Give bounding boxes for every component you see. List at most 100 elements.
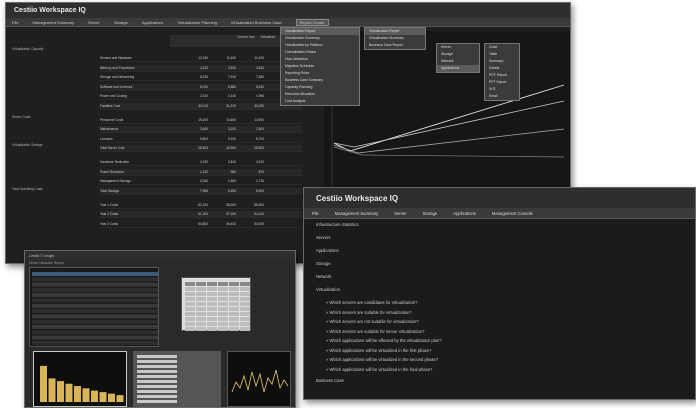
menu-item[interactable]: Email xyxy=(485,93,519,100)
report-question-link[interactable]: » Which servers are suitable for virtual… xyxy=(326,310,412,315)
menu-item[interactable]: Applications xyxy=(453,211,476,216)
menu-item[interactable]: Business Case Report xyxy=(365,42,425,49)
menu-item[interactable]: Applications xyxy=(437,65,479,72)
bar xyxy=(74,386,81,402)
category-submenu[interactable]: Server Storage Network Applications xyxy=(436,43,480,73)
grid-cell xyxy=(229,327,239,331)
menu-item[interactable]: Migration Schedule xyxy=(281,63,359,70)
cell-value: 980 xyxy=(230,169,236,174)
menu-item[interactable]: Details xyxy=(485,65,519,72)
menu-item[interactable]: PDF Report xyxy=(485,72,519,79)
menu-item[interactable]: XLS xyxy=(485,86,519,93)
tree-item[interactable]: Infrastructure Statistics xyxy=(316,222,359,227)
menu-item[interactable]: Report Center xyxy=(295,18,329,26)
table-row: Power and Cooling 2,310 2,140 1,980 xyxy=(100,93,302,100)
grid-cell xyxy=(218,287,228,291)
cell-value: 3,810 xyxy=(228,160,236,164)
menu-item[interactable]: Storage xyxy=(114,20,128,25)
report-question-link[interactable]: » Which servers are not suitable for vir… xyxy=(326,319,419,324)
cell-value: 3,420 xyxy=(256,160,264,164)
report-question-link[interactable]: » Which servers are suitable for server … xyxy=(326,329,424,334)
menu-item[interactable]: Virtualization Planning xyxy=(177,20,217,25)
menu-item[interactable]: Chart xyxy=(485,44,519,51)
grid-cell xyxy=(229,302,239,306)
grid-cell xyxy=(229,292,239,296)
menu-item[interactable]: File xyxy=(312,211,319,216)
menu-item[interactable]: Capacity Planning xyxy=(281,84,359,91)
row-label: Power and Cooling xyxy=(100,94,127,98)
table-row: Memory and Processors 4,120 3,820 3,640 xyxy=(100,64,302,72)
grid-cell xyxy=(240,312,250,316)
grid-cell xyxy=(196,327,206,331)
menu-item[interactable]: Server xyxy=(437,44,479,51)
menu-item[interactable]: Virtualization Summary xyxy=(281,35,359,42)
cell-value: 2,140 xyxy=(228,94,236,98)
table-row: Storage and Networking 8,230 7,910 7,650 xyxy=(100,74,302,81)
report-question-link[interactable]: » Which applications will be virtualized… xyxy=(326,357,438,362)
grid-cell xyxy=(207,307,217,311)
menu-item[interactable]: Applications xyxy=(142,20,164,25)
grid-cell xyxy=(218,307,228,311)
menu-item[interactable]: Storage xyxy=(437,51,479,58)
grid-cell xyxy=(229,282,239,286)
table-row xyxy=(32,335,158,340)
report-question-link[interactable]: » Which applications will be virtualized… xyxy=(326,367,432,372)
tree-item[interactable]: Applications xyxy=(316,248,339,253)
report-center-menu[interactable]: Virtualization Report Virtualization Summ… xyxy=(280,27,360,106)
grid-cell xyxy=(196,317,206,321)
menu-item[interactable]: PPT Export xyxy=(485,79,519,86)
menu-item[interactable]: Storage xyxy=(423,211,438,216)
menu-item[interactable]: Virtualization Report xyxy=(365,28,425,35)
report-question-link[interactable]: » Which servers are candidates for virtu… xyxy=(326,300,417,305)
cell-value: 7,910 xyxy=(228,75,236,79)
tree-item[interactable]: Virtualization xyxy=(316,287,340,292)
menu-item[interactable]: Virtualization by Platform xyxy=(281,42,359,49)
cell-value: 28,400 xyxy=(198,146,208,150)
row-label: Licenses xyxy=(100,136,113,141)
table-row: Licenses 9,800 9,200 8,700 xyxy=(100,136,302,143)
table-row: Year 2 Costs 61,300 57,200 54,100 xyxy=(100,211,302,218)
menu-item[interactable]: Server xyxy=(88,20,100,25)
grid-cell xyxy=(218,322,228,326)
cell-value: 11,620 xyxy=(226,56,236,60)
menu-item[interactable]: Management Summary xyxy=(32,20,74,25)
menu-item[interactable]: File xyxy=(12,20,18,25)
grid-cell xyxy=(185,327,195,331)
cell-value: 2,040 xyxy=(200,179,208,183)
cell-value: 33,010 xyxy=(198,103,208,108)
menu-item[interactable]: Consolidation Ratios xyxy=(281,49,359,56)
menu-item[interactable]: Cost Analysis xyxy=(281,98,359,105)
menu-item[interactable]: Virtualization Report xyxy=(281,28,359,35)
report-question-link[interactable]: » Which applications will be affected by… xyxy=(326,338,442,343)
menu-item[interactable]: Network xyxy=(437,58,479,65)
menu-item[interactable]: Summary xyxy=(485,58,519,65)
row-label: Servers and Hardware xyxy=(100,56,132,60)
format-submenu[interactable]: Chart Table Summary Details PDF Report PPT Ex… xyxy=(484,43,520,101)
tree-item[interactable]: Storage xyxy=(316,261,331,266)
menu-item[interactable]: Table xyxy=(485,51,519,58)
menu-item[interactable]: Resource Allocation xyxy=(281,91,359,98)
grid-cell xyxy=(196,322,206,326)
menu-item[interactable]: Reporting Rules xyxy=(281,70,359,77)
cell-value: 25,500 xyxy=(254,146,264,150)
menu-item[interactable]: Virtualization Summary xyxy=(365,35,425,42)
report-submenu[interactable]: Virtualization Report Virtualization Summ… xyxy=(364,27,426,50)
list-item xyxy=(137,385,177,388)
cell-value: 53,000 xyxy=(254,221,264,226)
cell-value: 61,300 xyxy=(198,212,208,216)
grid-cell xyxy=(218,292,228,296)
menu-item[interactable]: Virtualization Business Case xyxy=(231,20,282,25)
report-question-link[interactable]: » Which applications will be virtualized… xyxy=(326,348,431,353)
tree-item[interactable]: Servers xyxy=(316,235,330,240)
menu-item[interactable]: Management Console xyxy=(492,211,533,216)
menu-item[interactable]: Business Case Summary xyxy=(281,77,359,84)
utilization-table-svg xyxy=(32,272,158,345)
table-row xyxy=(32,325,158,329)
menu-item[interactable]: Server xyxy=(394,211,406,216)
grid-cell xyxy=(207,327,217,331)
tree-item[interactable]: Business Case xyxy=(316,378,344,383)
tree-item[interactable]: Network xyxy=(316,274,331,279)
cell-value: 3,100 xyxy=(228,127,236,131)
menu-item[interactable]: Host Utilization xyxy=(281,56,359,63)
menu-item[interactable]: Management Summary xyxy=(335,211,379,216)
